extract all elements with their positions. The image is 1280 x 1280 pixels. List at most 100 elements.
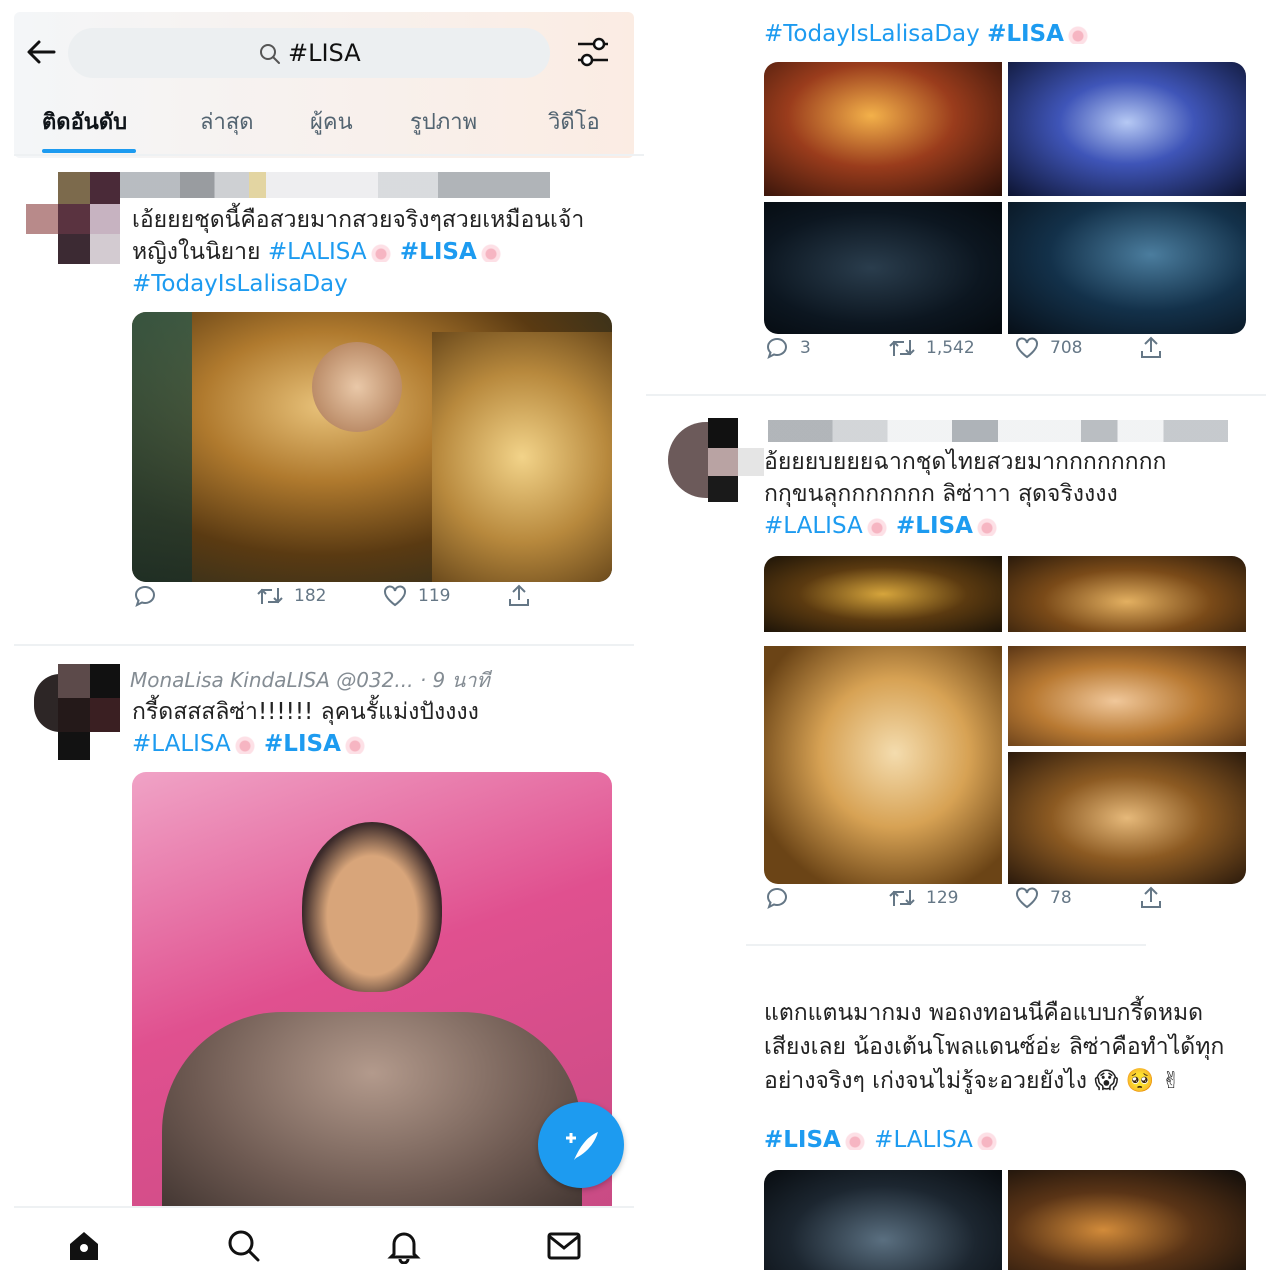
avatar [34, 664, 124, 760]
reply-button[interactable] [764, 885, 790, 911]
retweet-icon [889, 890, 915, 906]
compose-button[interactable] [538, 1102, 624, 1188]
share-button[interactable] [1138, 885, 1164, 911]
user-name-blurred [768, 420, 1228, 442]
tweet-photo[interactable] [1008, 556, 1246, 632]
search-query[interactable]: #LISA [288, 39, 361, 67]
tabs-divider [14, 154, 644, 156]
lotus-emoji-icon [842, 1130, 867, 1150]
tab-people[interactable]: ผู้คน [310, 104, 353, 139]
tweet-text: เอ้ยยยชุดนี้คือสวยมากสวยจริงๆสวยเหมือนเจ… [132, 204, 632, 300]
reply-button[interactable]: 3 [764, 335, 811, 361]
hashtag-lalisa[interactable]: #LALISA [874, 1127, 973, 1153]
like-button[interactable]: 708 [1014, 336, 1082, 360]
user-name-blurred [120, 172, 550, 198]
hashtag-todayislalisaday[interactable]: #TodayIsLalisaDay [764, 21, 980, 47]
tweet-header: MonaLisa KindaLISA @032... · 9 นาที [130, 668, 490, 692]
retweet-icon [257, 588, 283, 604]
hashtag-todayislalisaday[interactable]: #TodayIsLalisaDay [132, 268, 632, 300]
search-icon [260, 44, 280, 64]
tweet-divider [646, 394, 1266, 396]
retweet-button[interactable]: 129 [888, 886, 958, 910]
lotus-emoji-icon [974, 1130, 999, 1150]
like-button[interactable]: 78 [1014, 886, 1072, 910]
tweet-photo[interactable] [1008, 62, 1246, 196]
tab-photos[interactable]: รูปภาพ [410, 104, 477, 139]
reply-icon [766, 887, 787, 909]
tweet-photo[interactable] [764, 62, 1002, 196]
share-icon [1141, 886, 1161, 908]
retweet-count: 129 [926, 888, 959, 908]
hashtag-lisa[interactable]: #LISA [987, 21, 1064, 47]
share-button[interactable] [506, 583, 532, 609]
home-icon[interactable] [66, 1228, 102, 1264]
retweet-button[interactable]: 1,542 [888, 336, 975, 360]
mail-icon[interactable] [546, 1230, 582, 1262]
tweet-photo[interactable] [1008, 1170, 1246, 1270]
hashtag-lalisa[interactable]: #LALISA [764, 513, 863, 539]
back-button[interactable] [24, 36, 60, 70]
reply-icon [766, 337, 787, 359]
tab-latest[interactable]: ล่าสุด [200, 104, 254, 139]
tab-trending[interactable]: ติดอันดับ [42, 104, 127, 139]
hashtag-lalisa[interactable]: #LALISA [132, 731, 231, 757]
tweet-hashtags: #LISA #LALISA [764, 1124, 999, 1156]
hashtag-lisa[interactable]: #LISA [264, 731, 341, 757]
share-icon [1141, 336, 1161, 358]
hashtag-lisa[interactable]: #LISA [764, 1127, 841, 1153]
tweet-photo[interactable] [1008, 202, 1246, 334]
tweet-card[interactable]: เอ้ยยยชุดนี้คือสวยมากสวยจริงๆสวยเหมือนเจ… [0, 160, 640, 640]
tab-videos[interactable]: วิดีโอ [548, 104, 600, 139]
tweet-photo-grid [764, 62, 1246, 334]
like-button[interactable]: 119 [382, 584, 450, 608]
like-count: 119 [418, 586, 451, 606]
tweet-photo-grid [764, 556, 1246, 884]
share-button[interactable] [1138, 335, 1164, 361]
retweet-count: 1,542 [926, 338, 975, 358]
tab-active-indicator [42, 149, 136, 153]
tweet-photo[interactable] [764, 202, 1002, 334]
tweet-photo[interactable] [764, 1170, 1002, 1270]
avatar [668, 418, 764, 502]
tweet-text: กรี้ดสสสลิซ่า!!!!!! ลุคนรั้แม่งปังงงง #L… [132, 699, 479, 757]
lotus-emoji-icon [974, 516, 999, 536]
hashtag-lisa[interactable]: #LISA [896, 513, 973, 539]
emoji-group: 😱 🥺 ✌ [1094, 1068, 1181, 1094]
tweet-photo[interactable] [764, 556, 1002, 632]
search-box[interactable]: #LISA [68, 28, 550, 78]
tweet-photo[interactable] [764, 646, 1002, 884]
reply-count: 3 [800, 338, 811, 358]
tweet-photo[interactable] [132, 312, 612, 582]
filter-button[interactable] [574, 34, 614, 72]
like-count: 708 [1050, 338, 1083, 358]
tweet-divider [746, 944, 1146, 946]
reply-icon [134, 585, 155, 607]
reply-button[interactable] [132, 583, 158, 609]
tweet-photo-grid [764, 1170, 1246, 1270]
lotus-emoji-icon [864, 516, 889, 536]
like-icon [384, 585, 406, 607]
avatar [26, 172, 120, 264]
hashtag-lisa[interactable]: #LISA [400, 239, 477, 265]
retweet-icon [889, 340, 915, 356]
lotus-emoji-icon [232, 734, 257, 754]
search-icon[interactable] [226, 1228, 262, 1264]
bell-icon[interactable] [386, 1228, 422, 1264]
retweet-button[interactable]: 182 [256, 584, 326, 608]
like-count: 78 [1050, 888, 1072, 908]
tweet-divider [14, 644, 634, 646]
tweet-text: แตกแตนมากมง พอถงทอนนีคือแบบกรี้ดหมด เสีย… [764, 1000, 1225, 1094]
compose-icon [566, 1132, 598, 1160]
right-panel: #TodayIsLalisaDay #LISA 3 1,542 708 อ้ยย… [640, 0, 1280, 1280]
lotus-emoji-icon [478, 242, 503, 262]
tweet-photo[interactable] [1008, 752, 1246, 884]
hashtag-lalisa[interactable]: #LALISA [268, 239, 367, 265]
like-icon [1016, 887, 1038, 909]
retweet-count: 182 [294, 586, 327, 606]
lotus-emoji-icon [342, 734, 367, 754]
tweet-photo[interactable] [1008, 646, 1246, 746]
lotus-emoji-icon [1065, 24, 1090, 44]
lotus-emoji-icon [368, 242, 393, 262]
left-panel: #LISA ติดอันดับ ล่าสุด ผู้คน รูปภาพ วิดี… [0, 0, 644, 1280]
back-arrow-icon [27, 40, 56, 64]
